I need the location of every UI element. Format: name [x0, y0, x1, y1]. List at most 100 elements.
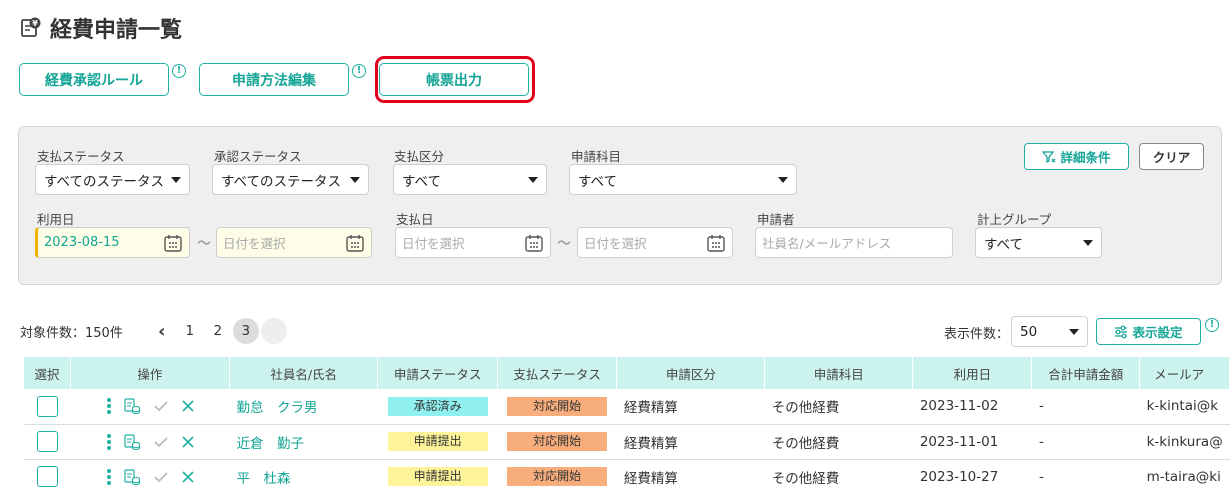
apply-status-cell: 承認済み: [377, 389, 498, 425]
detail-conditions-button[interactable]: 詳細条件: [1024, 143, 1129, 170]
use-date-from-input[interactable]: 2023-08-15: [35, 227, 190, 258]
col-apply-status[interactable]: 申請ステータス: [377, 357, 498, 389]
employee-name-link[interactable]: 近倉 勤子: [229, 424, 378, 460]
page-header: ¥ 経費申請一覧: [20, 12, 182, 44]
caret-down-icon: [778, 176, 788, 183]
group-label: 計上グループ: [977, 212, 1052, 227]
employee-name-link[interactable]: 勤怠 クラ男: [229, 389, 378, 425]
close-icon[interactable]: [181, 435, 195, 449]
actions-cell: [70, 459, 230, 493]
prev-page-icon[interactable]: ‹: [149, 318, 175, 344]
row-checkbox[interactable]: [36, 395, 58, 417]
display-count-label: 表示件数：: [944, 327, 1010, 342]
item-cell: その他経費: [764, 424, 913, 460]
display-count-select[interactable]: 50: [1011, 316, 1088, 347]
payment-status-select[interactable]: すべてのステータス: [35, 164, 190, 195]
actions-cell: [70, 389, 230, 425]
page-3[interactable]: 3: [232, 318, 259, 344]
check-icon[interactable]: [153, 398, 169, 414]
close-icon[interactable]: [181, 470, 195, 484]
info-icon[interactable]: !: [172, 64, 186, 78]
payment-date-to-input[interactable]: 日付を選択: [577, 227, 733, 258]
pagination: 対象件数：150件 ‹ 1 2 3: [20, 318, 289, 344]
use-date-label: 利用日: [37, 212, 75, 227]
col-use-date[interactable]: 利用日: [912, 357, 1033, 389]
apply-status-cell: 申請提出: [377, 459, 498, 493]
payment-type-value: すべて: [402, 173, 442, 190]
category-cell: 経費精算: [616, 389, 765, 425]
info-icon[interactable]: !: [1205, 318, 1219, 332]
calendar-icon: [525, 234, 543, 252]
caret-down-icon: [350, 176, 360, 183]
table-row: 近倉 勤子 申請提出 対応開始 経費精算 その他経費 2023-11-01 - …: [24, 424, 1230, 460]
group-select[interactable]: すべて: [975, 227, 1102, 258]
use-date-to-input[interactable]: 日付を選択: [216, 227, 372, 258]
result-count: 対象件数：150件: [20, 325, 123, 341]
receipt-coins-icon[interactable]: [123, 468, 141, 486]
svg-text:¥: ¥: [32, 19, 38, 28]
display-settings-label: 表示設定: [1132, 325, 1183, 340]
payment-status-value: すべてのステータス: [44, 173, 165, 190]
col-category[interactable]: 申請区分: [616, 357, 766, 389]
apply-status-badge: 申請提出: [387, 467, 488, 486]
col-item[interactable]: 申請科目: [764, 357, 914, 389]
applicant-input[interactable]: 社員名/メールアドレス: [755, 227, 953, 258]
caret-down-icon: [171, 176, 181, 183]
page-1[interactable]: 1: [177, 318, 203, 344]
pay-status-cell: 対応開始: [497, 459, 617, 493]
approval-status-select[interactable]: すべてのステータス: [212, 164, 369, 195]
clear-button[interactable]: クリア: [1139, 143, 1204, 170]
info-icon[interactable]: !: [352, 64, 366, 78]
receipt-coins-icon[interactable]: [123, 433, 141, 451]
approval-rule-button[interactable]: 経費承認ルール: [19, 63, 169, 96]
close-icon[interactable]: [181, 399, 195, 413]
calendar-icon: [707, 234, 725, 252]
apply-status-cell: 申請提出: [377, 424, 498, 460]
payment-date-to-placeholder: 日付を選択: [584, 236, 647, 251]
email-cell: m-taira@ki: [1139, 459, 1230, 493]
check-icon[interactable]: [153, 469, 169, 485]
table-row: 勤怠 クラ男 承認済み 対応開始 経費精算 その他経費 2023-11-02 -…: [24, 389, 1230, 425]
detail-conditions-label: 詳細条件: [1060, 150, 1111, 165]
col-employee-name[interactable]: 社員名/氏名: [229, 357, 379, 389]
actions-cell: [70, 424, 230, 460]
more-menu-icon[interactable]: [107, 433, 112, 450]
payment-date-from-input[interactable]: 日付を選択: [395, 227, 551, 258]
approval-status-label: 承認ステータス: [214, 149, 302, 164]
application-method-edit-button[interactable]: 申請方法編集: [199, 63, 349, 96]
receipt-yen-icon: ¥: [21, 17, 41, 37]
expense-table: 選択 操作 社員名/氏名 申請ステータス 支払ステータス 申請区分 申請科目 利…: [24, 357, 1230, 493]
employee-name-link[interactable]: 平 杜森: [229, 459, 378, 493]
row-checkbox[interactable]: [36, 466, 58, 487]
expense-item-value: すべて: [578, 173, 618, 190]
display-count-value: 50: [1020, 323, 1038, 340]
col-total-amount[interactable]: 合計申請金額: [1031, 357, 1141, 389]
row-checkbox[interactable]: [36, 431, 58, 452]
pay-status-cell: 対応開始: [497, 389, 617, 425]
group-value: すべて: [984, 236, 1024, 253]
use-date-cell: 2023-10-27: [912, 459, 1032, 493]
payment-type-select[interactable]: すべて: [393, 164, 547, 195]
expense-item-select[interactable]: すべて: [569, 164, 797, 195]
range-separator: 〜: [557, 236, 571, 252]
pay-status-badge: 対応開始: [507, 432, 608, 451]
calendar-icon: [164, 234, 182, 252]
caret-down-icon: [1083, 239, 1093, 246]
amount-cell: -: [1031, 459, 1140, 493]
col-pay-status[interactable]: 支払ステータス: [497, 357, 618, 389]
more-menu-icon[interactable]: [107, 398, 112, 415]
check-icon[interactable]: [153, 434, 169, 450]
payment-type-label: 支払区分: [394, 149, 445, 164]
select-cell: [24, 459, 71, 493]
category-cell: 経費精算: [616, 424, 765, 460]
email-cell: k-kinkura@: [1139, 424, 1230, 460]
select-cell: [24, 424, 71, 460]
col-actions: 操作: [70, 357, 230, 389]
page-2[interactable]: 2: [205, 318, 231, 344]
caret-down-icon: [1069, 328, 1079, 335]
email-cell: k-kintai@k: [1139, 389, 1230, 425]
more-menu-icon[interactable]: [107, 468, 112, 485]
receipt-coins-icon[interactable]: [123, 397, 141, 415]
display-settings-button[interactable]: 表示設定: [1096, 318, 1201, 345]
col-email[interactable]: メールア: [1139, 357, 1230, 389]
